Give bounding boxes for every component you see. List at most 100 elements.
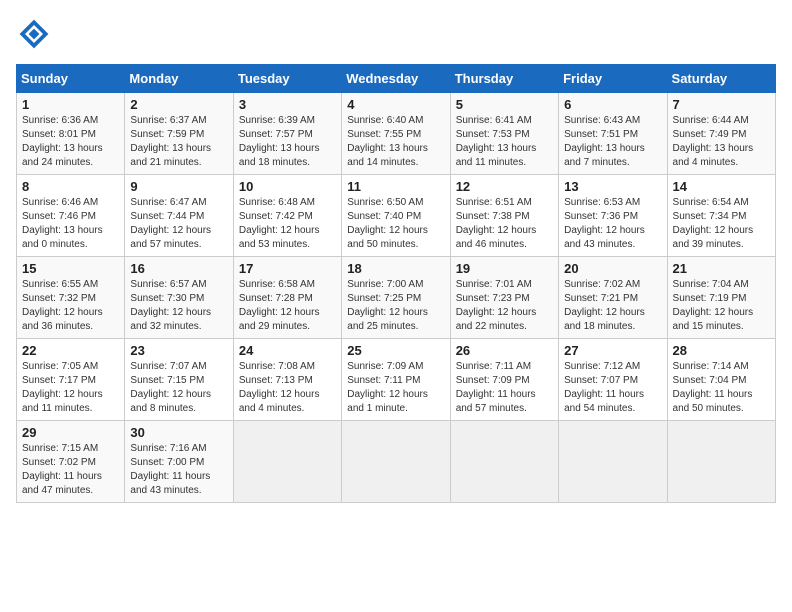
day-info: Sunrise: 6:40 AM Sunset: 7:55 PM Dayligh… [347,114,444,170]
day-number: 3 [239,97,336,112]
day-number: 14 [673,179,770,194]
calendar-cell: 18 Sunrise: 7:00 AM Sunset: 7:25 PM Dayli… [342,257,450,339]
calendar-week-5: 29 Sunrise: 7:15 AM Sunset: 7:02 PM Dayli… [17,421,776,503]
day-number: 26 [456,343,553,358]
day-number: 29 [22,425,119,440]
day-info: Sunrise: 7:14 AM Sunset: 7:04 PM Dayligh… [673,360,770,416]
day-info: Sunrise: 6:46 AM Sunset: 7:46 PM Dayligh… [22,196,119,252]
calendar-cell: 23 Sunrise: 7:07 AM Sunset: 7:15 PM Dayli… [125,339,233,421]
day-info: Sunrise: 7:07 AM Sunset: 7:15 PM Dayligh… [130,360,227,416]
day-info: Sunrise: 7:02 AM Sunset: 7:21 PM Dayligh… [564,278,661,334]
day-number: 23 [130,343,227,358]
calendar-cell: 28 Sunrise: 7:14 AM Sunset: 7:04 PM Dayli… [667,339,775,421]
day-number: 1 [22,97,119,112]
page-header [16,16,776,52]
calendar-cell: 14 Sunrise: 6:54 AM Sunset: 7:34 PM Dayli… [667,175,775,257]
calendar-cell [342,421,450,503]
calendar-cell: 6 Sunrise: 6:43 AM Sunset: 7:51 PM Daylig… [559,93,667,175]
calendar-cell [559,421,667,503]
calendar-cell: 13 Sunrise: 6:53 AM Sunset: 7:36 PM Dayli… [559,175,667,257]
day-info: Sunrise: 6:54 AM Sunset: 7:34 PM Dayligh… [673,196,770,252]
header-day-friday: Friday [559,65,667,93]
header-day-sunday: Sunday [17,65,125,93]
calendar-cell: 26 Sunrise: 7:11 AM Sunset: 7:09 PM Dayli… [450,339,558,421]
day-number: 15 [22,261,119,276]
day-number: 7 [673,97,770,112]
day-number: 2 [130,97,227,112]
day-info: Sunrise: 6:53 AM Sunset: 7:36 PM Dayligh… [564,196,661,252]
day-info: Sunrise: 7:09 AM Sunset: 7:11 PM Dayligh… [347,360,444,416]
calendar-cell: 25 Sunrise: 7:09 AM Sunset: 7:11 PM Dayli… [342,339,450,421]
calendar-cell: 30Sunrise: 7:16 AM Sunset: 7:00 PM Dayli… [125,421,233,503]
day-info: Sunrise: 6:39 AM Sunset: 7:57 PM Dayligh… [239,114,336,170]
day-number: 6 [564,97,661,112]
header-day-thursday: Thursday [450,65,558,93]
calendar-cell: 4 Sunrise: 6:40 AM Sunset: 7:55 PM Daylig… [342,93,450,175]
day-number: 17 [239,261,336,276]
calendar-cell: 21 Sunrise: 7:04 AM Sunset: 7:19 PM Dayli… [667,257,775,339]
calendar-cell: 27 Sunrise: 7:12 AM Sunset: 7:07 PM Dayli… [559,339,667,421]
day-number: 21 [673,261,770,276]
day-info: Sunrise: 7:05 AM Sunset: 7:17 PM Dayligh… [22,360,119,416]
calendar-cell: 16 Sunrise: 6:57 AM Sunset: 7:30 PM Dayli… [125,257,233,339]
day-info: Sunrise: 6:57 AM Sunset: 7:30 PM Dayligh… [130,278,227,334]
day-info: Sunrise: 6:55 AM Sunset: 7:32 PM Dayligh… [22,278,119,334]
calendar-cell: 12 Sunrise: 6:51 AM Sunset: 7:38 PM Dayli… [450,175,558,257]
day-number: 22 [22,343,119,358]
day-number: 12 [456,179,553,194]
day-number: 27 [564,343,661,358]
day-number: 4 [347,97,444,112]
calendar-table: SundayMondayTuesdayWednesdayThursdayFrid… [16,64,776,503]
header-day-monday: Monday [125,65,233,93]
calendar-cell: 17 Sunrise: 6:58 AM Sunset: 7:28 PM Dayli… [233,257,341,339]
day-info: Sunrise: 7:15 AM Sunset: 7:02 PM Dayligh… [22,442,119,498]
day-info: Sunrise: 7:04 AM Sunset: 7:19 PM Dayligh… [673,278,770,334]
header-row: SundayMondayTuesdayWednesdayThursdayFrid… [17,65,776,93]
day-info: Sunrise: 7:08 AM Sunset: 7:13 PM Dayligh… [239,360,336,416]
logo-icon [16,16,52,52]
day-number: 18 [347,261,444,276]
day-info: Sunrise: 6:44 AM Sunset: 7:49 PM Dayligh… [673,114,770,170]
day-number: 20 [564,261,661,276]
calendar-cell: 29 Sunrise: 7:15 AM Sunset: 7:02 PM Dayli… [17,421,125,503]
calendar-cell: 20 Sunrise: 7:02 AM Sunset: 7:21 PM Dayli… [559,257,667,339]
logo [16,16,56,52]
day-info: Sunrise: 6:36 AM Sunset: 8:01 PM Dayligh… [22,114,119,170]
day-info: Sunrise: 6:47 AM Sunset: 7:44 PM Dayligh… [130,196,227,252]
calendar-cell [667,421,775,503]
day-info: Sunrise: 7:11 AM Sunset: 7:09 PM Dayligh… [456,360,553,416]
day-info: Sunrise: 7:01 AM Sunset: 7:23 PM Dayligh… [456,278,553,334]
day-number: 28 [673,343,770,358]
calendar-cell [450,421,558,503]
calendar-cell: 7 Sunrise: 6:44 AM Sunset: 7:49 PM Daylig… [667,93,775,175]
day-number: 13 [564,179,661,194]
day-info: Sunrise: 7:00 AM Sunset: 7:25 PM Dayligh… [347,278,444,334]
day-info: Sunrise: 7:12 AM Sunset: 7:07 PM Dayligh… [564,360,661,416]
calendar-cell: 5 Sunrise: 6:41 AM Sunset: 7:53 PM Daylig… [450,93,558,175]
day-info: Sunrise: 6:51 AM Sunset: 7:38 PM Dayligh… [456,196,553,252]
header-day-tuesday: Tuesday [233,65,341,93]
header-day-wednesday: Wednesday [342,65,450,93]
day-number: 25 [347,343,444,358]
calendar-cell: 22 Sunrise: 7:05 AM Sunset: 7:17 PM Dayli… [17,339,125,421]
calendar-cell: 15 Sunrise: 6:55 AM Sunset: 7:32 PM Dayli… [17,257,125,339]
calendar-cell: 24 Sunrise: 7:08 AM Sunset: 7:13 PM Dayli… [233,339,341,421]
day-info: Sunrise: 6:43 AM Sunset: 7:51 PM Dayligh… [564,114,661,170]
calendar-body: 1 Sunrise: 6:36 AM Sunset: 8:01 PM Daylig… [17,93,776,503]
calendar-cell [233,421,341,503]
day-number: 9 [130,179,227,194]
day-number: 8 [22,179,119,194]
day-number: 5 [456,97,553,112]
calendar-cell: 19Sunrise: 7:01 AM Sunset: 7:23 PM Dayli… [450,257,558,339]
calendar-week-2: 8 Sunrise: 6:46 AM Sunset: 7:46 PM Daylig… [17,175,776,257]
calendar-cell: 10Sunrise: 6:48 AM Sunset: 7:42 PM Dayli… [233,175,341,257]
calendar-cell: 8 Sunrise: 6:46 AM Sunset: 7:46 PM Daylig… [17,175,125,257]
day-number: 16 [130,261,227,276]
day-info: Sunrise: 6:58 AM Sunset: 7:28 PM Dayligh… [239,278,336,334]
day-info: Sunrise: 6:48 AM Sunset: 7:42 PM Dayligh… [239,196,336,252]
day-number: 24 [239,343,336,358]
day-info: Sunrise: 7:16 AM Sunset: 7:00 PM Dayligh… [130,442,227,498]
calendar-week-1: 1 Sunrise: 6:36 AM Sunset: 8:01 PM Daylig… [17,93,776,175]
calendar-cell: 9 Sunrise: 6:47 AM Sunset: 7:44 PM Daylig… [125,175,233,257]
day-info: Sunrise: 6:41 AM Sunset: 7:53 PM Dayligh… [456,114,553,170]
